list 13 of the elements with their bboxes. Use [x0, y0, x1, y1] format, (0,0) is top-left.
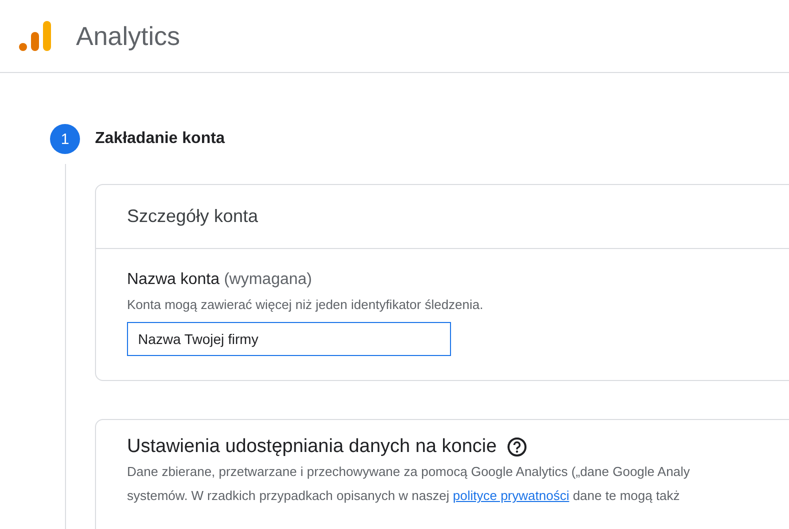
description-line: systemów. W rzadkich przypadkach opisanych w naszej polityce prywatności dane te mogą takż: [127, 487, 681, 505]
card-title: Szczegóły konta: [127, 206, 258, 227]
analytics-logo-icon: [18, 19, 52, 53]
account-name-input[interactable]: Nazwa Twojej firmy: [127, 322, 451, 356]
step-title: Zakładanie konta: [95, 129, 226, 149]
description-line: Dane zbierane, przetwarzane i przechowywane za pomocą Google Analytics („dane Google Analy: [127, 463, 691, 481]
step-number: 1: [50, 124, 80, 154]
app-title: Analytics: [76, 20, 180, 52]
field-label: Nazwa konta (wymagana): [127, 271, 313, 289]
privacy-policy-link[interactable]: polityce prywatności: [452, 488, 570, 503]
field-hint: Konta mogą zawierać więcej niż jeden identyfikator śledzenia.: [127, 297, 484, 312]
help-icon[interactable]: [506, 437, 527, 457]
section-title: Ustawienia udostępniania danych na koncie: [127, 436, 497, 458]
